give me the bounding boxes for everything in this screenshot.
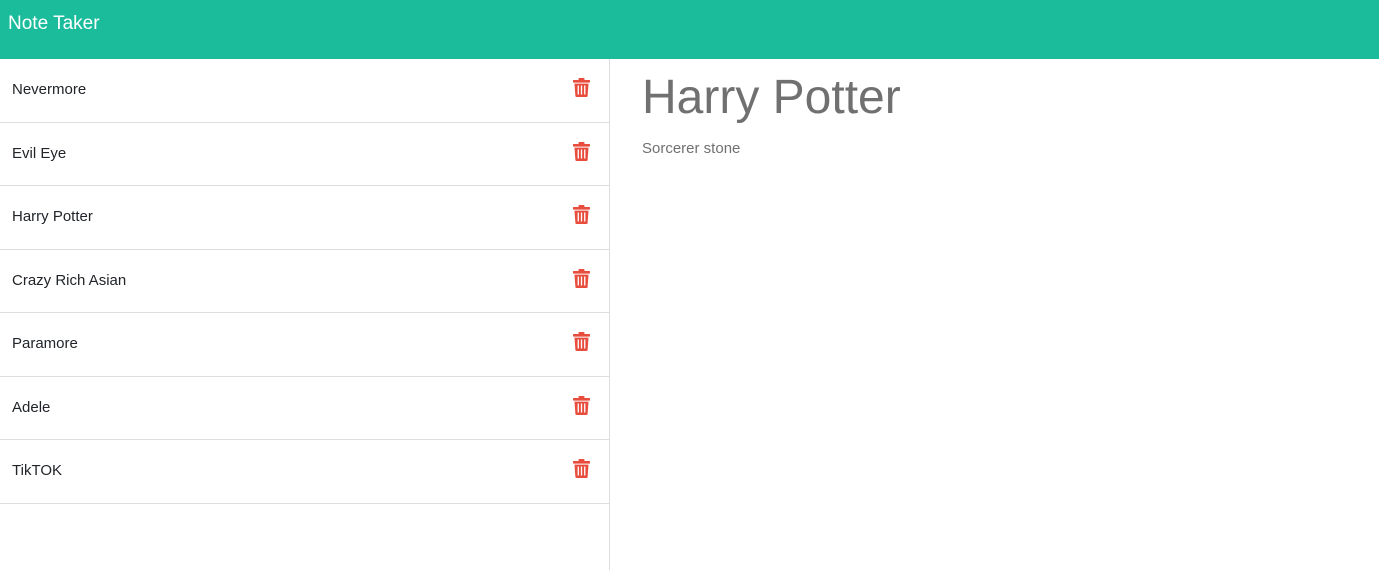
note-title: Adele: [12, 398, 51, 416]
note-title: TikTOK: [12, 462, 63, 479]
note-list-panel: Nevermore Evil Eye Harry Potter Crazy Ri…: [0, 59, 610, 570]
list-item[interactable]: Nevermore: [0, 59, 609, 123]
list-item[interactable]: TikTOK: [0, 440, 609, 504]
note-text-display[interactable]: Sorcerer stone: [642, 139, 740, 159]
note-title: Harry Potter: [12, 208, 93, 225]
trash-icon[interactable]: [573, 268, 590, 288]
note-list: Nevermore Evil Eye Harry Potter Crazy Ri…: [0, 59, 609, 504]
trash-icon[interactable]: [573, 141, 590, 161]
list-item[interactable]: Crazy Rich Asian: [0, 250, 609, 313]
trash-icon[interactable]: [573, 205, 590, 224]
list-item[interactable]: Harry Potter: [0, 186, 609, 250]
trash-icon[interactable]: [573, 459, 590, 478]
list-item[interactable]: Adele: [0, 377, 609, 440]
navbar: Note Taker: [0, 0, 1379, 59]
note-title: Paramore: [12, 335, 78, 352]
list-item[interactable]: Evil Eye: [0, 123, 609, 186]
note-title: Crazy Rich Asian: [12, 271, 127, 289]
note-title: Nevermore: [12, 81, 87, 98]
list-item[interactable]: Paramore: [0, 313, 609, 377]
note-title: Evil Eye: [12, 144, 67, 162]
trash-icon[interactable]: [573, 332, 590, 351]
trash-icon[interactable]: [573, 395, 590, 415]
note-view: Harry Potter Sorcerer stone: [611, 59, 1379, 570]
note-title-display[interactable]: Harry Potter: [642, 69, 901, 127]
trash-icon[interactable]: [573, 78, 590, 97]
brand-link[interactable]: Note Taker: [8, 12, 100, 36]
